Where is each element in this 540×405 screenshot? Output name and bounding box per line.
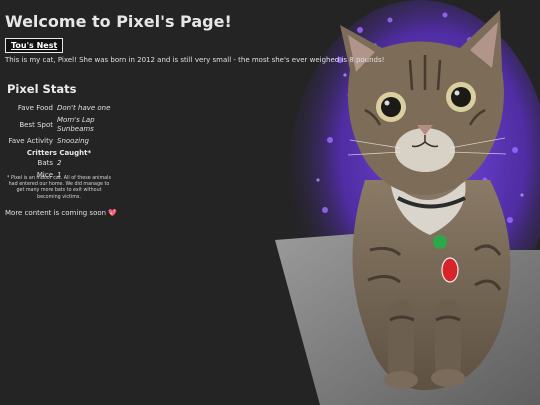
critters-footnote: * Pixel is an indoor cat. All of these a… <box>7 176 111 200</box>
stat-label: Bats <box>37 159 53 167</box>
stat-value: Mom's Lap Sunbeams <box>57 116 95 133</box>
critters-heading: Critters Caught* <box>26 149 92 157</box>
more-content-text: More content is coming soon <box>5 209 107 217</box>
stats-heading: Pixel Stats <box>7 82 77 96</box>
stat-row: Best Spot Mom's Lap Sunbeams <box>5 116 113 137</box>
intro-text: This is my cat, Pixel! She was born in 2… <box>5 56 385 64</box>
stat-row: Fave Food Don't have one <box>5 104 113 116</box>
stat-value: Snoozing <box>57 137 89 145</box>
stat-label: Fave Food <box>17 104 53 112</box>
stat-label: Fave Activity <box>8 137 53 145</box>
stat-value: Don't have one <box>57 104 111 112</box>
stat-label: Best Spot <box>19 120 53 129</box>
heart-icon: 💖 <box>108 209 118 217</box>
page-title: Welcome to Pixel's Page! <box>5 12 232 31</box>
tous-nest-button[interactable]: Tou's Nest <box>5 38 64 53</box>
more-content-note: More content is coming soon 💖 <box>5 209 117 217</box>
critters-heading-row: Critters Caught* <box>5 149 113 159</box>
stats-table: Fave Food Don't have one Best Spot Mom's… <box>5 104 113 183</box>
stat-row: Bats 2 <box>5 159 113 171</box>
stat-value: 2 <box>57 159 62 167</box>
stat-row: Fave Activity Snoozing <box>5 137 113 149</box>
